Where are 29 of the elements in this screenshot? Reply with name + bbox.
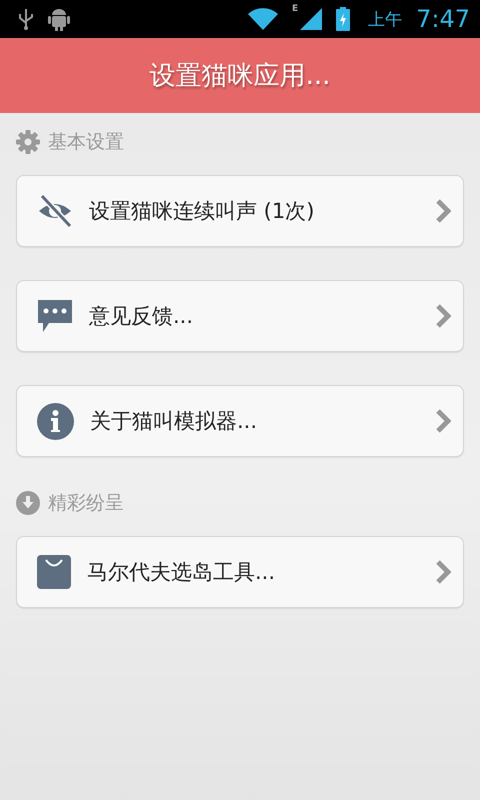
network-type: E (292, 4, 298, 14)
menu-item-label: 意见反馈... (89, 303, 194, 330)
menu-item-label: 马尔代夫选岛工具... (87, 559, 276, 586)
chat-icon (37, 299, 73, 333)
shopping-bag-icon (37, 555, 71, 589)
menu-item[interactable]: 设置猫咪连续叫声 (1次) (16, 175, 464, 247)
time-period: 上午 (368, 8, 402, 30)
eye-slash-icon (37, 193, 73, 229)
section-title: 基本设置 (48, 130, 124, 155)
menu-item[interactable]: 意见反馈... (16, 280, 464, 352)
menu-item[interactable]: 关于猫叫模拟器... (16, 385, 464, 457)
page-title: 设置猫咪应用... (150, 60, 330, 93)
section-title: 精彩纷呈 (48, 491, 124, 516)
signal-icon (300, 8, 322, 30)
battery-icon (336, 7, 350, 31)
chevron-right-icon (435, 559, 451, 585)
chevron-right-icon (435, 198, 451, 224)
info-icon (37, 402, 74, 440)
menu-item[interactable]: 马尔代夫选岛工具... (16, 536, 464, 608)
download-icon (16, 491, 40, 515)
robot-icon (48, 7, 70, 31)
chevron-right-icon (435, 408, 451, 434)
clock-time: 7:47 (416, 5, 470, 33)
chevron-right-icon (435, 303, 451, 329)
menu-item-label: 关于猫叫模拟器... (90, 408, 258, 435)
wifi-icon (248, 8, 278, 30)
menu-item-label: 设置猫咪连续叫声 (1次) (89, 198, 316, 225)
usb-icon (18, 8, 34, 30)
gear-icon (16, 130, 40, 154)
